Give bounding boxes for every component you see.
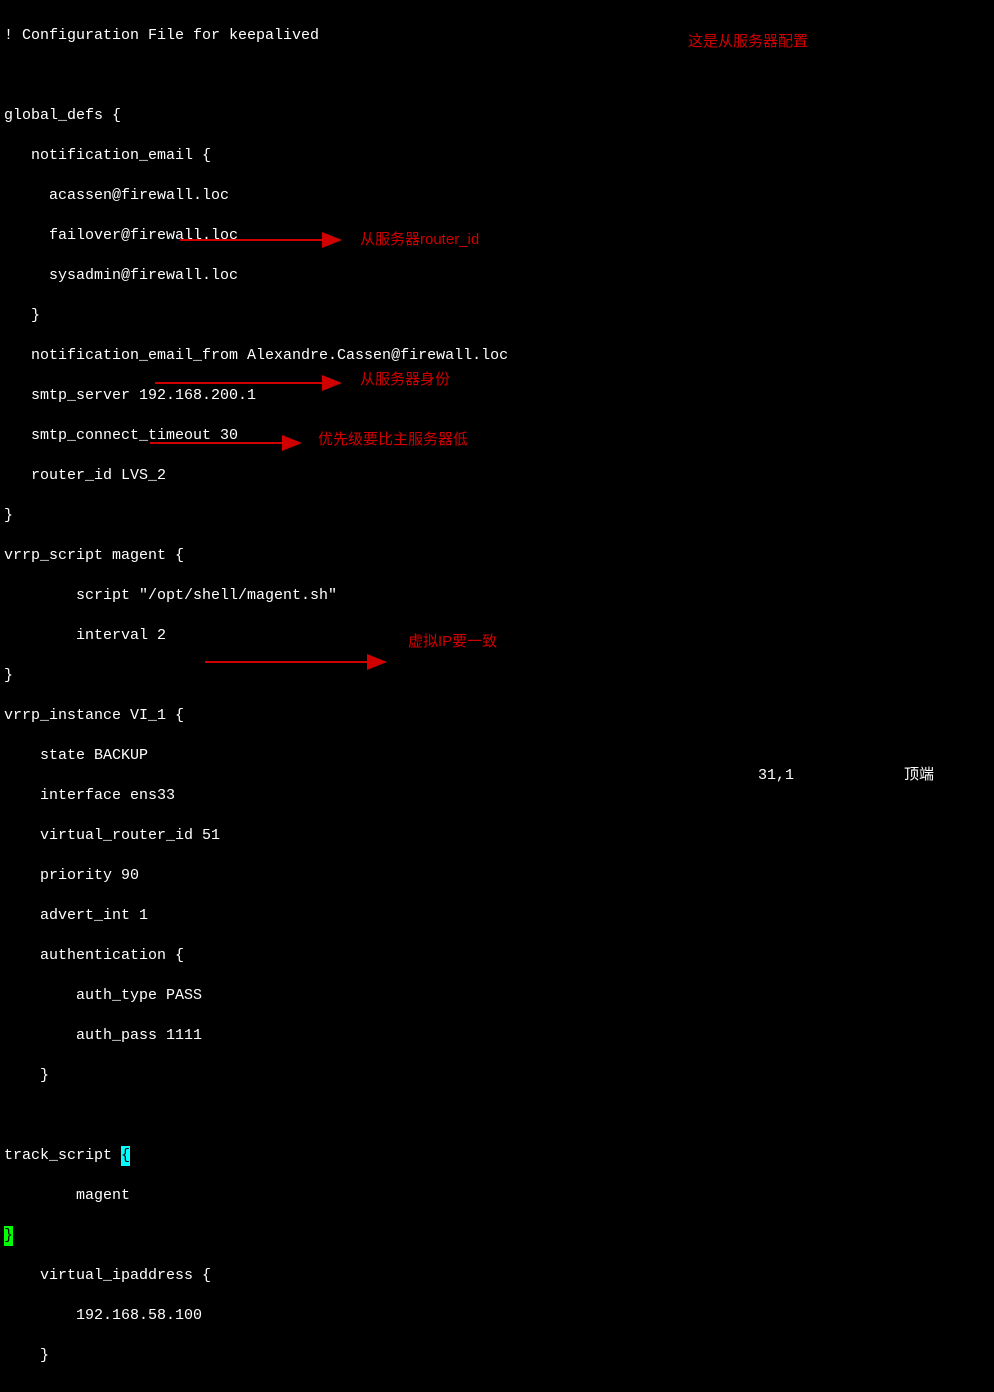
annotation-router-id: 从服务器router_id xyxy=(360,230,479,250)
config-line: vrrp_instance VI_1 { xyxy=(4,706,990,726)
config-line: router_id LVS_2 xyxy=(4,466,990,486)
terminal-window[interactable]: ! Configuration File for keepalived glob… xyxy=(0,0,994,1392)
config-line: magent xyxy=(4,1186,990,1206)
config-line: state BACKUP xyxy=(4,746,990,766)
annotation-vip: 虚拟IP要一致 xyxy=(408,632,497,652)
config-line: ! Configuration File for keepalived xyxy=(4,26,990,46)
config-line: virtual_router_id 51 xyxy=(4,826,990,846)
config-line: virtual_ipaddress { xyxy=(4,1266,990,1286)
cursor: { xyxy=(121,1146,130,1166)
config-line: sysadmin@firewall.loc xyxy=(4,266,990,286)
text: track_script xyxy=(4,1147,121,1164)
config-line: auth_pass 1111 xyxy=(4,1026,990,1046)
config-line: track_script { xyxy=(4,1146,990,1166)
config-line: 192.168.58.100 xyxy=(4,1306,990,1326)
config-line: } xyxy=(4,306,990,326)
config-line: interface ens33 xyxy=(4,786,990,806)
config-line: smtp_connect_timeout 30 xyxy=(4,426,990,446)
matching-bracket: } xyxy=(4,1226,13,1246)
config-line: } xyxy=(4,666,990,686)
config-line: } xyxy=(4,1066,990,1086)
config-line: priority 90 xyxy=(4,866,990,886)
config-line: notification_email { xyxy=(4,146,990,166)
status-position: 31,1 xyxy=(758,766,794,786)
annotation-header: 这是从服务器配置 xyxy=(688,32,808,52)
config-line: failover@firewall.loc xyxy=(4,226,990,246)
config-line: } xyxy=(4,506,990,526)
config-line: vrrp_script magent { xyxy=(4,546,990,566)
config-line xyxy=(4,1106,990,1126)
config-line: global_defs { xyxy=(4,106,990,126)
config-line: authentication { xyxy=(4,946,990,966)
annotation-priority: 优先级要比主服务器低 xyxy=(318,430,468,450)
config-line: auth_type PASS xyxy=(4,986,990,1006)
config-line: smtp_server 192.168.200.1 xyxy=(4,386,990,406)
config-line xyxy=(4,66,990,86)
config-line: } xyxy=(4,1346,990,1366)
config-line: acassen@firewall.loc xyxy=(4,186,990,206)
config-line: script "/opt/shell/magent.sh" xyxy=(4,586,990,606)
config-line: notification_email_from Alexandre.Cassen… xyxy=(4,346,990,366)
config-line: } xyxy=(4,1226,990,1246)
config-line: advert_int 1 xyxy=(4,906,990,926)
status-indicator: 顶端 xyxy=(904,766,934,786)
annotation-state: 从服务器身份 xyxy=(360,370,450,390)
